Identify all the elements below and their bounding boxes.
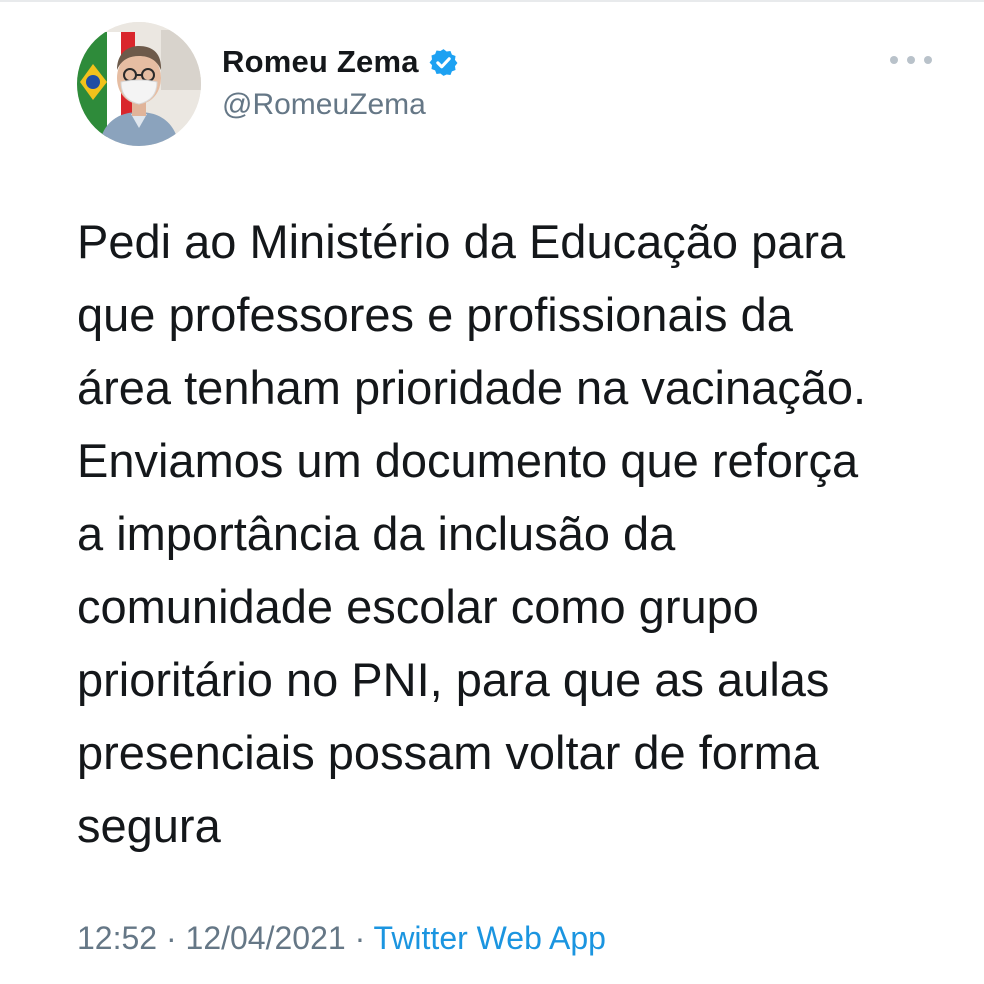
- tweet-time[interactable]: 12:52: [77, 920, 157, 956]
- avatar[interactable]: [77, 22, 201, 146]
- display-name[interactable]: Romeu Zema: [222, 44, 419, 80]
- tweet-date[interactable]: 12/04/2021: [186, 920, 346, 956]
- profile-photo-icon: [77, 22, 201, 146]
- verified-badge-icon: [429, 48, 458, 76]
- tweet-meta: 12:52 · 12/04/2021 · Twitter Web App: [77, 920, 606, 957]
- more-horizontal-icon[interactable]: [890, 48, 932, 72]
- tweet-text: Pedi ao Ministério da Educação para que …: [77, 215, 867, 852]
- more-dot: [890, 56, 898, 64]
- more-dot: [924, 56, 932, 64]
- tweet-source-link[interactable]: Twitter Web App: [374, 920, 606, 956]
- more-dot: [907, 56, 915, 64]
- top-divider: [0, 0, 984, 2]
- author-handle[interactable]: @RomeuZema: [222, 88, 426, 122]
- author-name-row: Romeu Zema: [222, 42, 459, 82]
- meta-separator: ·: [157, 920, 186, 956]
- meta-separator: ·: [345, 920, 374, 956]
